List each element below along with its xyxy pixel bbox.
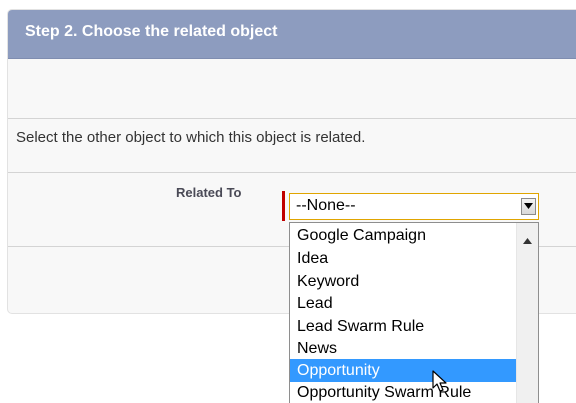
section-divider — [8, 172, 576, 173]
dropdown-list[interactable]: Google Campaign Idea Keyword Lead Lead S… — [289, 222, 539, 403]
chevron-down-icon[interactable] — [521, 198, 536, 215]
scroll-up-arrow-icon[interactable] — [523, 231, 532, 249]
dropdown-option[interactable]: Lead Swarm Rule — [290, 315, 516, 338]
dropdown-option[interactable]: Opportunity Swarm Rule — [290, 381, 516, 403]
dropdown-option[interactable]: News — [290, 337, 516, 360]
description-text: Select the other object to which this ob… — [16, 129, 366, 146]
dropdown-option[interactable]: Idea — [290, 247, 516, 270]
related-to-label: Related To — [176, 185, 242, 200]
related-to-select[interactable]: --None-- — [289, 193, 539, 220]
required-indicator — [282, 191, 285, 221]
panel-header: Step 2. Choose the related object — [8, 10, 576, 59]
dropdown-scrollbar[interactable] — [516, 223, 538, 403]
select-current-value: --None-- — [296, 197, 356, 214]
panel-title: Step 2. Choose the related object — [25, 23, 278, 40]
mouse-pointer-icon — [432, 370, 448, 397]
dropdown-option-highlighted[interactable]: Opportunity — [290, 359, 516, 382]
dropdown-option[interactable]: Lead — [290, 292, 516, 315]
section-divider — [8, 118, 576, 119]
dropdown-option[interactable]: Keyword — [290, 270, 516, 293]
dropdown-option[interactable]: Google Campaign — [290, 224, 516, 247]
